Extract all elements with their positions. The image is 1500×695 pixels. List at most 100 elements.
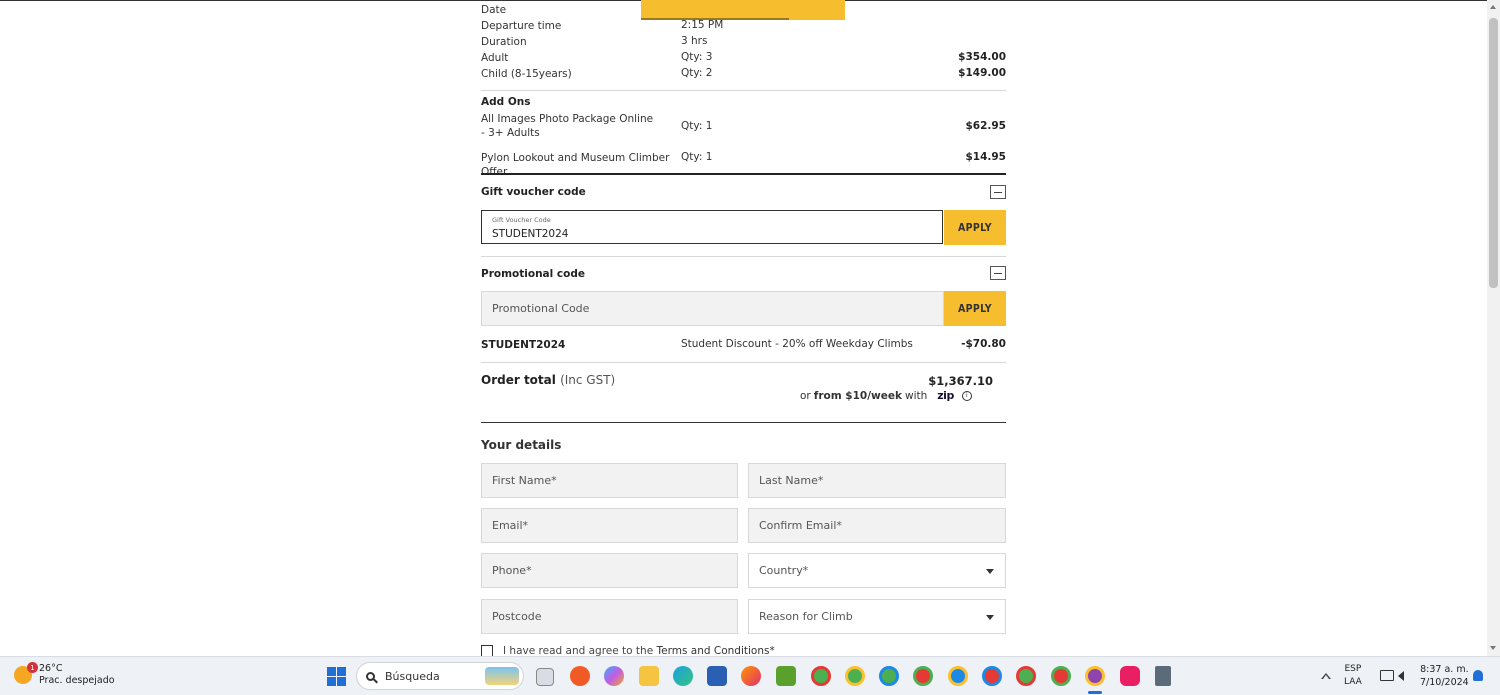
chrome-profile-icon[interactable] — [845, 666, 865, 686]
checkout-page: Date Departure time 2:15 PM Duration 3 h… — [0, 0, 1487, 656]
addon-price: $62.95 — [965, 120, 1006, 132]
windows-taskbar: 1 26°C Prac. despejado Búsqueda ESP LAA … — [0, 656, 1500, 695]
chrome-profile-icon[interactable] — [948, 666, 968, 686]
date-tooltip — [641, 0, 845, 20]
row-value: 3 hrs — [681, 35, 708, 47]
file-explorer-icon[interactable] — [639, 666, 659, 686]
language-indicator[interactable]: ESP LAA — [1344, 663, 1362, 689]
firefox-icon[interactable] — [741, 666, 761, 686]
scroll-thumb[interactable] — [1489, 18, 1498, 288]
divider-strong — [481, 173, 1006, 175]
row-qty: Qty: 2 — [681, 67, 713, 79]
divider — [481, 256, 1006, 257]
order-total-label: Order total (Inc GST) — [481, 373, 615, 387]
phone-input[interactable]: Phone* — [481, 553, 738, 588]
calculator-icon[interactable] — [1155, 666, 1171, 686]
row-label: Date — [481, 4, 507, 16]
edge-icon[interactable] — [673, 666, 693, 686]
applied-amount: -$70.80 — [961, 338, 1006, 350]
weather-temp: 26°C — [39, 663, 63, 674]
scroll-up-icon[interactable] — [1490, 5, 1496, 9]
country-select[interactable]: Country* — [748, 553, 1006, 588]
gift-voucher-input[interactable]: Gift Voucher Code STUDENT2024 — [481, 210, 943, 244]
chrome-profile-icon[interactable] — [982, 666, 1002, 686]
game-app-icon[interactable] — [1120, 666, 1140, 686]
terms-label: I have read and agree to the Terms and C… — [503, 645, 775, 656]
divider — [481, 362, 1006, 363]
terms-link[interactable]: Terms and Conditions* — [657, 645, 775, 656]
lang-top: ESP — [1344, 664, 1362, 674]
taskbar-search[interactable]: Búsqueda — [356, 662, 524, 690]
search-icon — [366, 671, 375, 681]
zip-payment-line: or from $10/week with zip i — [800, 389, 972, 402]
row-price: $354.00 — [958, 51, 1006, 63]
order-total-title: Order total — [481, 373, 556, 387]
zip-prefix: or — [800, 389, 811, 402]
your-details-title: Your details — [481, 438, 562, 452]
weather-badge: 1 — [27, 662, 38, 673]
weather-widget[interactable]: 1 26°C Prac. despejado — [14, 662, 115, 687]
clock[interactable]: 8:37 a. m. 7/10/2024 — [1420, 663, 1469, 689]
gift-voucher-title: Gift voucher code — [481, 186, 586, 198]
minus-icon — [994, 272, 1002, 274]
copilot-icon[interactable] — [604, 666, 624, 686]
chrome-profile-icon[interactable] — [811, 666, 831, 686]
search-highlight-image — [485, 667, 519, 685]
page-scrollbar[interactable] — [1487, 0, 1500, 656]
terms-checkbox[interactable] — [481, 645, 493, 656]
confirm-email-input[interactable]: Confirm Email* — [748, 508, 1006, 543]
gift-voucher-collapse-button[interactable] — [990, 185, 1006, 199]
ea-app-icon[interactable] — [570, 666, 590, 686]
addons-title: Add Ons — [481, 96, 531, 108]
row-label: Duration — [481, 36, 527, 48]
utorrent-icon[interactable] — [776, 666, 796, 686]
scroll-down-icon[interactable] — [1490, 646, 1496, 650]
gift-voucher-apply-button[interactable]: APPLY — [944, 210, 1006, 245]
store-icon[interactable] — [707, 666, 727, 686]
show-hidden-icons-icon[interactable] — [1321, 673, 1331, 679]
clock-time: 8:37 a. m. — [1420, 664, 1469, 675]
gift-voucher-value: STUDENT2024 — [492, 228, 569, 240]
zip-logo: zip — [937, 389, 954, 402]
row-value: 2:15 PM — [681, 19, 724, 31]
reason-for-climb-select[interactable]: Reason for Climb — [748, 599, 1006, 634]
clock-date: 7/10/2024 — [1420, 677, 1469, 688]
chrome-profile-icon[interactable] — [1016, 666, 1036, 686]
first-name-input[interactable]: First Name* — [481, 463, 738, 498]
promo-apply-button[interactable]: APPLY — [944, 291, 1006, 326]
order-total-suffix: (Inc GST) — [560, 373, 616, 387]
divider — [481, 90, 1006, 91]
promo-code-input[interactable]: Promotional Code — [481, 291, 944, 326]
zip-with: with — [905, 389, 928, 402]
row-label: Child (8-15years) — [481, 68, 572, 80]
last-name-input[interactable]: Last Name* — [748, 463, 1006, 498]
search-placeholder: Búsqueda — [385, 669, 440, 683]
row-label: Departure time — [481, 20, 562, 32]
weather-sun-icon: 1 — [14, 662, 38, 684]
chrome-profile-icon[interactable] — [879, 666, 899, 686]
divider — [481, 422, 1006, 423]
task-view-icon[interactable] — [536, 668, 554, 686]
chrome-profile-icon[interactable] — [1051, 666, 1071, 686]
postcode-input[interactable]: Postcode — [481, 599, 738, 634]
row-label: Adult — [481, 52, 509, 64]
addon-qty: Qty: 1 — [681, 120, 713, 132]
addon-label: All Images Photo Package Online - 3+ Adu… — [481, 113, 654, 139]
applied-code: STUDENT2024 — [481, 339, 566, 351]
gift-voucher-field-label: Gift Voucher Code — [492, 216, 551, 224]
chrome-active-profile-icon[interactable] — [1085, 666, 1105, 686]
weather-desc: Prac. despejado — [39, 675, 115, 686]
chrome-profile-icon[interactable] — [913, 666, 933, 686]
row-qty: Qty: 3 — [681, 51, 713, 63]
email-input[interactable]: Email* — [481, 508, 738, 543]
windows-start-icon[interactable] — [327, 667, 346, 686]
notification-bell-icon[interactable] — [1473, 670, 1483, 681]
terms-prefix: I have read and agree to the — [503, 645, 654, 656]
row-price: $149.00 — [958, 67, 1006, 79]
promo-title: Promotional code — [481, 268, 585, 280]
info-icon[interactable]: i — [961, 390, 972, 401]
network-icon[interactable] — [1380, 670, 1394, 681]
speaker-icon[interactable] — [1398, 671, 1404, 681]
promo-collapse-button[interactable] — [990, 266, 1006, 280]
zip-amount: from $10/week — [813, 389, 902, 402]
